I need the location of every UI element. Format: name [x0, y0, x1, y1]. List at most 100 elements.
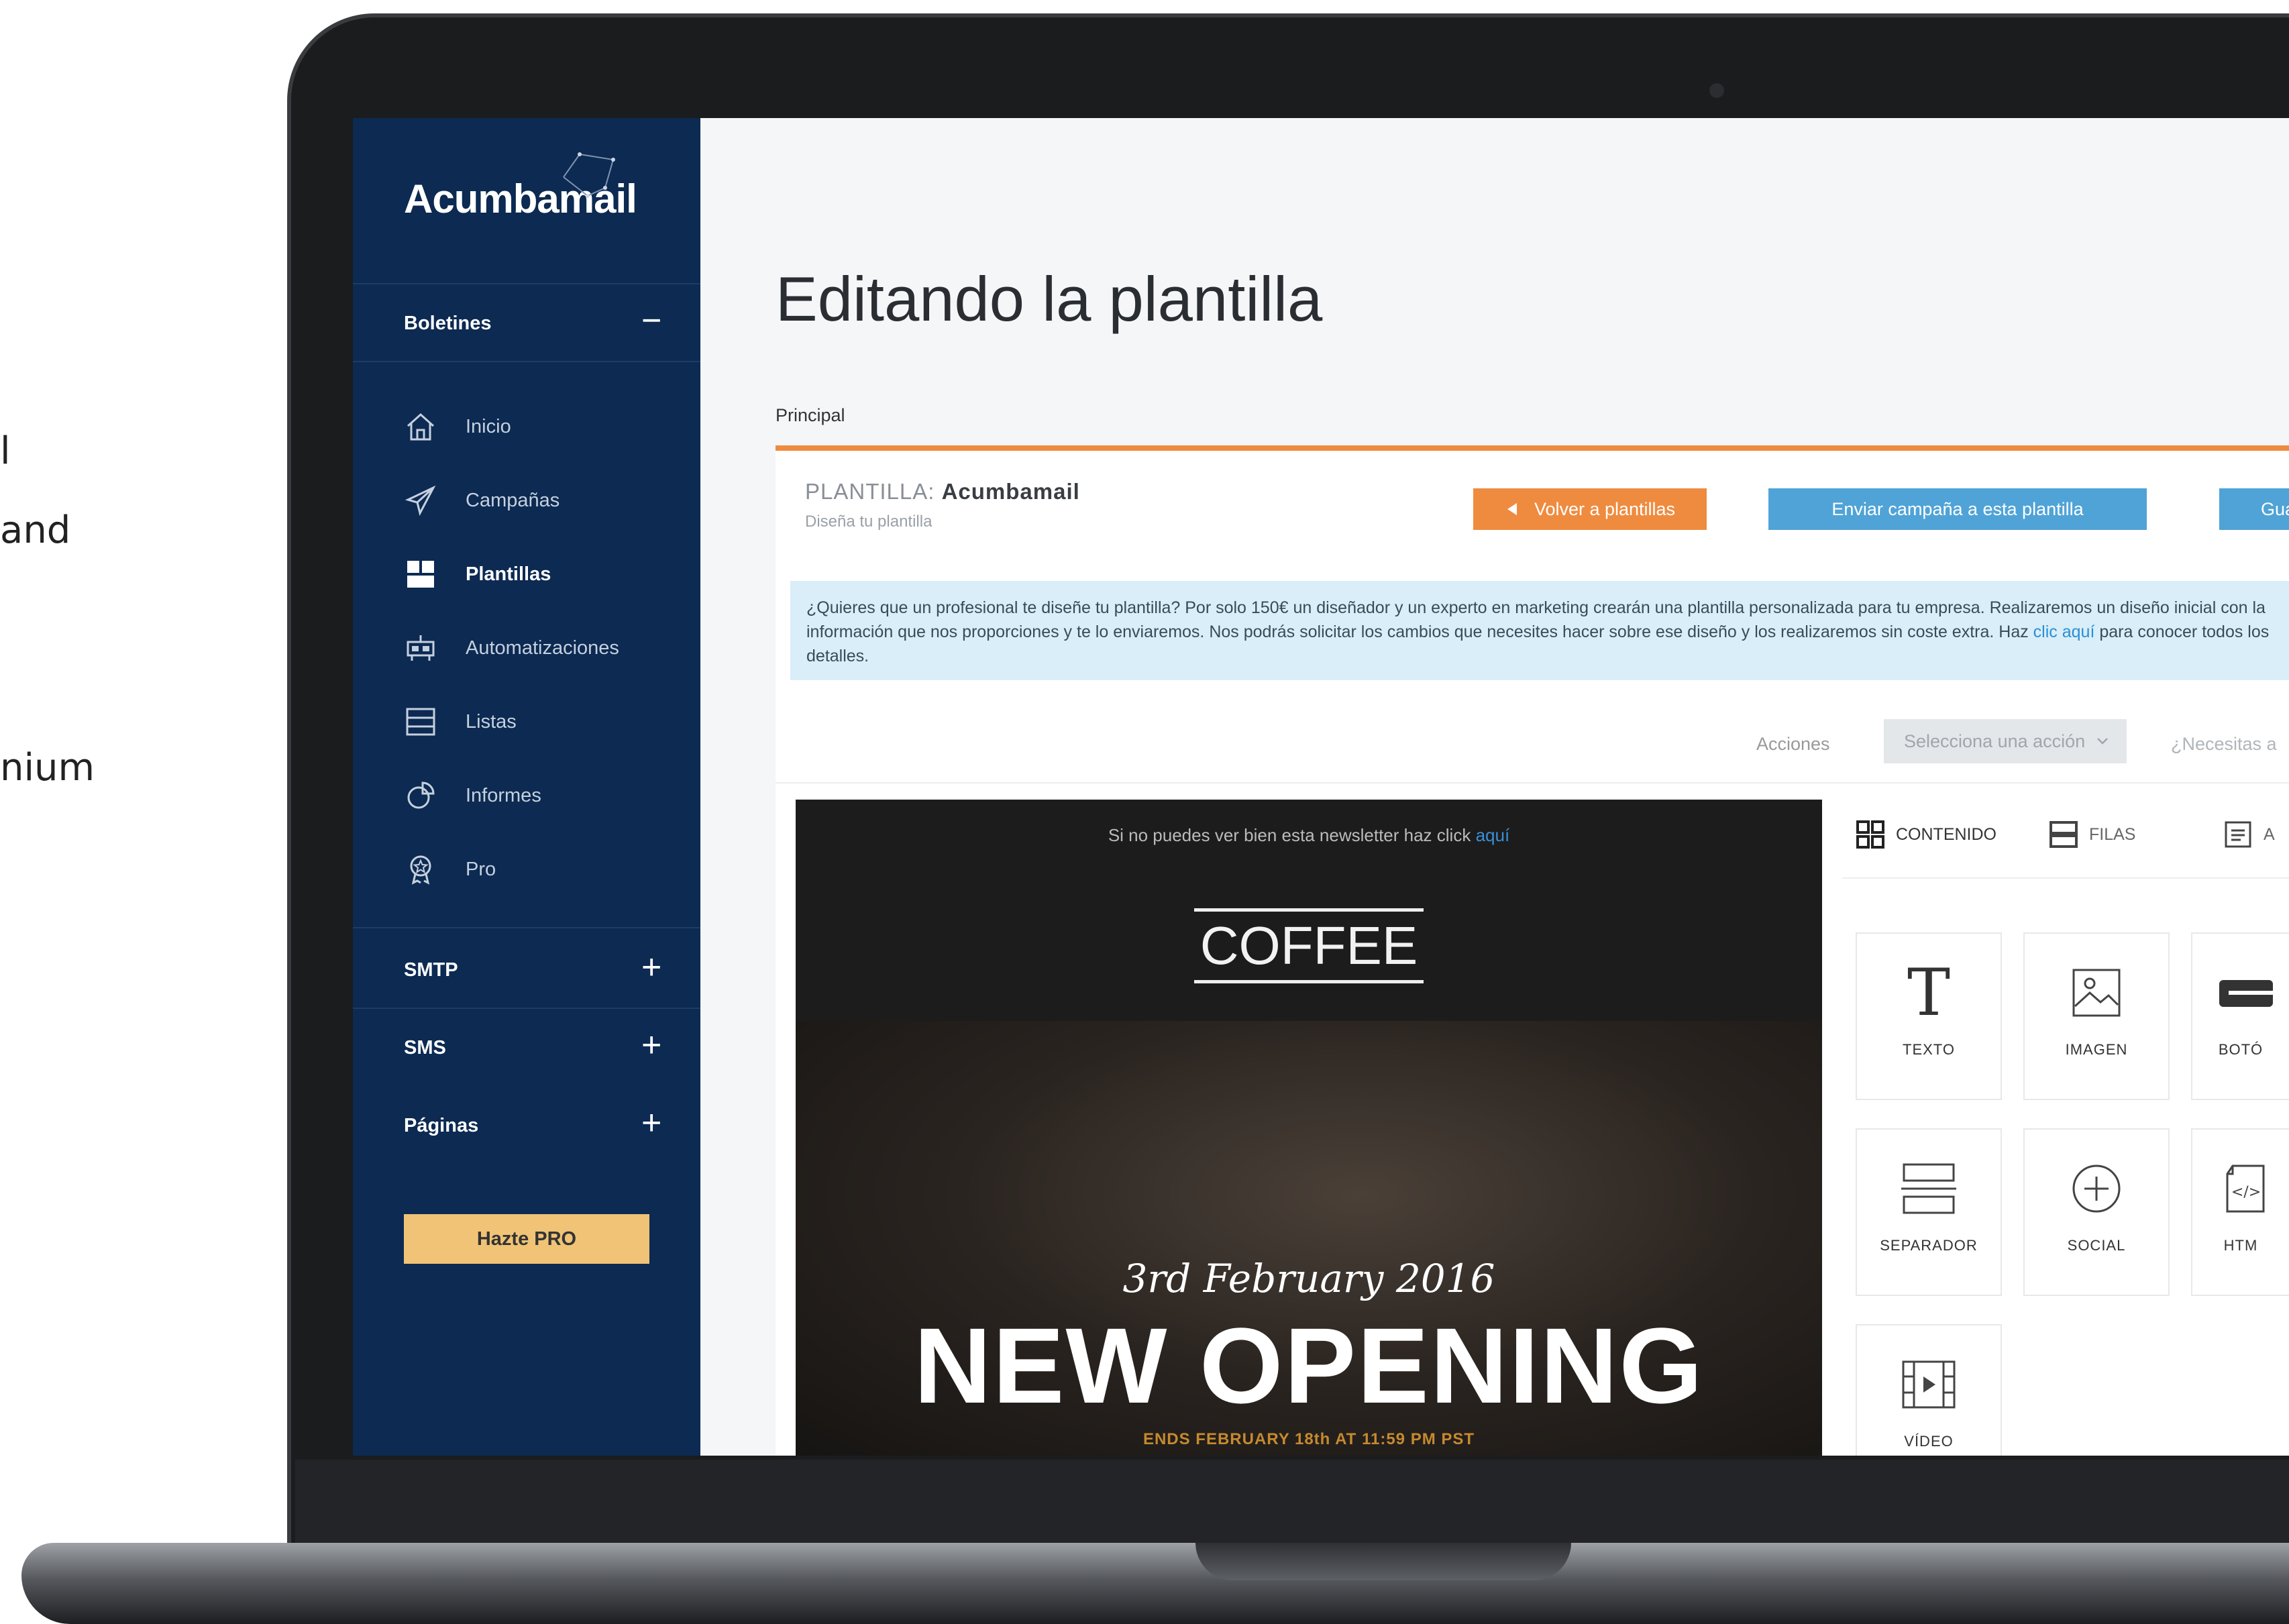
tab-label: A [2264, 824, 2275, 844]
expand-paginas-toggle[interactable]: + [641, 1105, 661, 1140]
section-sms-label[interactable]: SMS [404, 1037, 446, 1059]
grid-icon [1856, 820, 1884, 849]
action-select-value: Selecciona una acción [1904, 730, 2086, 751]
sidebar-item-label: Automatizaciones [466, 637, 619, 659]
hazte-pro-button[interactable]: Hazte PRO [404, 1214, 649, 1264]
award-icon [404, 853, 437, 886]
builder-panel: CONTENIDO FILAS A T TEXTO IMAGEN BOTÓ SE… [1842, 786, 2289, 1456]
block-boton[interactable]: BOTÓ [2191, 932, 2289, 1100]
laptop-notch [1195, 1543, 1571, 1580]
section-paginas-label[interactable]: Páginas [404, 1115, 478, 1137]
action-select[interactable]: Selecciona una acción [1884, 719, 2127, 763]
image-icon [2064, 961, 2129, 1025]
block-texto[interactable]: T TEXTO [1856, 932, 2002, 1100]
sidebar-item-label: Campañas [466, 489, 560, 511]
collapse-boletines-toggle[interactable]: − [641, 303, 661, 338]
template-name-label: PLANTILLA: Acumbamail [805, 479, 1080, 504]
template-icon [404, 557, 437, 591]
save-button[interactable]: Guard [2219, 488, 2289, 530]
actions-label: Acciones [1756, 734, 1830, 754]
divider [776, 782, 2289, 783]
home-icon [404, 410, 437, 443]
tab-ajustes[interactable]: A [2223, 816, 2275, 853]
laptop-bezel-bottom [295, 1460, 2289, 1544]
tab-underline [776, 445, 2289, 451]
template-subtitle: Diseña tu plantilla [805, 512, 933, 531]
background-text-fragment: and [0, 508, 71, 552]
section-boletines-label[interactable]: Boletines [404, 313, 492, 335]
preview-notice: Si no puedes ver bien esta newsletter ha… [796, 825, 1822, 846]
block-html[interactable]: </> HTM [2191, 1128, 2289, 1296]
sidebar-item-campanas[interactable]: Campañas [404, 480, 560, 521]
background-text-fragment: l [0, 429, 11, 473]
svg-text:T: T [1907, 963, 1950, 1023]
divider [1842, 877, 2289, 879]
automation-icon [404, 631, 437, 665]
tab-label: FILAS [2089, 824, 2136, 844]
back-to-templates-button[interactable]: Volver a plantillas [1473, 488, 1707, 530]
template-name: Acumbamail [941, 479, 1080, 504]
preview-notice-link[interactable]: aquí [1476, 825, 1510, 845]
block-label: TEXTO [1903, 1041, 1955, 1058]
block-label: SOCIAL [2067, 1237, 2126, 1254]
laptop-base [21, 1543, 2289, 1624]
app-screen: Acumbamail Boletines − Inicio Campañas P… [353, 118, 2289, 1456]
stage: l and nium Acumbamail Boletines − Inicio [0, 0, 2289, 1624]
sidebar-item-label: Listas [466, 710, 517, 733]
sidebar-item-automatizaciones[interactable]: Automatizaciones [404, 628, 619, 668]
block-video[interactable]: VÍDEO [1856, 1324, 2002, 1456]
preview-headline: NEW OPENING [914, 1305, 1704, 1425]
coffee-logo: COFFEE [1194, 908, 1424, 983]
divider [353, 361, 700, 362]
sidebar-item-informes[interactable]: Informes [404, 775, 541, 816]
newsletter-preview[interactable]: Si no puedes ver bien esta newsletter ha… [796, 800, 1822, 1456]
page-title: Editando la plantilla [776, 264, 1323, 334]
preview-ends-text: ENDS FEBRUARY 18th AT 11:59 PM PST [1142, 1430, 1475, 1448]
text-icon: T [1897, 961, 1961, 1025]
html-icon: </> [2208, 1156, 2273, 1221]
pro-design-info-box: ¿Quieres que un profesional te diseñe tu… [790, 581, 2289, 680]
expand-smtp-toggle[interactable]: + [641, 950, 661, 985]
list-icon [404, 705, 437, 739]
sidebar-item-label: Inicio [466, 415, 511, 437]
tab-principal[interactable]: Principal [776, 405, 845, 426]
divider [353, 1008, 700, 1009]
sidebar-item-label: Plantillas [466, 563, 551, 585]
social-icon [2064, 1156, 2129, 1221]
block-social[interactable]: SOCIAL [2023, 1128, 2170, 1296]
sidebar-item-plantillas[interactable]: Plantillas [404, 554, 551, 594]
section-smtp-label[interactable]: SMTP [404, 959, 458, 981]
tab-label: CONTENIDO [1896, 824, 1997, 844]
expand-sms-toggle[interactable]: + [641, 1028, 661, 1063]
block-imagen[interactable]: IMAGEN [2023, 932, 2170, 1100]
sidebar: Acumbamail Boletines − Inicio Campañas P… [353, 118, 700, 1456]
block-separador[interactable]: SEPARADOR [1856, 1128, 2002, 1296]
svg-text:</>: </> [2231, 1184, 2261, 1201]
divider [353, 283, 700, 284]
sidebar-item-listas[interactable]: Listas [404, 702, 517, 742]
button-icon [2208, 961, 2273, 1025]
help-link[interactable]: ¿Necesitas a [2171, 734, 2277, 755]
settings-doc-icon [2225, 821, 2251, 848]
divider [353, 927, 700, 928]
block-label: BOTÓ [2218, 1041, 2264, 1058]
tab-filas[interactable]: FILAS [2049, 816, 2135, 853]
video-icon [1897, 1352, 1961, 1417]
background-text-fragment: nium [0, 746, 95, 790]
editor-panel: PLANTILLA: Acumbamail Diseña tu plantill… [776, 451, 2289, 1456]
tab-contenido[interactable]: CONTENIDO [1856, 816, 1997, 853]
back-button-label: Volver a plantillas [1534, 498, 1676, 519]
send-campaign-button[interactable]: Enviar campaña a esta plantilla [1768, 488, 2147, 530]
sidebar-item-inicio[interactable]: Inicio [404, 407, 511, 447]
block-label: SEPARADOR [1880, 1237, 1978, 1254]
preview-date: 3rd February 2016 [1122, 1256, 1495, 1301]
preview-notice-text: Si no puedes ver bien esta newsletter ha… [1108, 825, 1476, 845]
report-icon [404, 779, 437, 812]
sidebar-item-pro[interactable]: Pro [404, 849, 496, 889]
camera [1709, 83, 1724, 98]
chevron-down-icon [2097, 738, 2109, 745]
main-content: Editando la plantilla Principal PLANTILL… [700, 118, 2289, 1456]
info-link[interactable]: clic aquí [2033, 622, 2095, 641]
constellation-icon [563, 152, 615, 198]
sidebar-item-label: Pro [466, 858, 496, 880]
